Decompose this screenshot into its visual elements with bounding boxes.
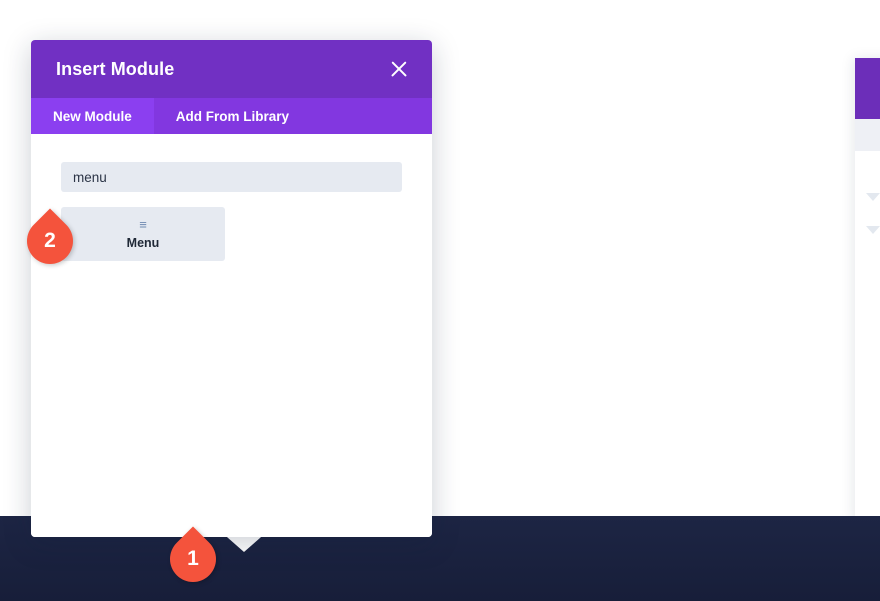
module-label: Menu xyxy=(126,236,160,250)
hamburger-icon: ≡ xyxy=(139,217,147,232)
screenshot-root: + + Insert Module New Module Add From Li… xyxy=(0,0,880,601)
callout-pin-1: 1 xyxy=(160,526,234,592)
tab-new-module[interactable]: New Module xyxy=(31,98,154,134)
module-results-grid: ≡ Menu xyxy=(61,207,402,261)
search-input[interactable] xyxy=(61,162,402,192)
chevron-down-icon[interactable] xyxy=(866,226,880,234)
callout-number: 2 xyxy=(44,229,56,252)
callout-pin-2: 2 xyxy=(17,208,91,274)
modal-tabs: New Module Add From Library xyxy=(31,98,432,134)
close-icon[interactable] xyxy=(386,56,412,82)
chevron-down-icon[interactable] xyxy=(866,193,880,201)
settings-panel-body xyxy=(855,151,880,234)
settings-panel-header xyxy=(855,58,880,119)
tab-add-from-library[interactable]: Add From Library xyxy=(154,98,311,134)
callout-number: 1 xyxy=(187,547,199,570)
page-title: Insert Module xyxy=(56,58,175,79)
modal-body: ≡ Menu xyxy=(31,134,432,537)
insert-module-modal: Insert Module New Module Add From Librar… xyxy=(31,40,432,537)
settings-panel-tabbar xyxy=(855,119,880,151)
modal-header: Insert Module xyxy=(31,40,432,98)
settings-panel-partial xyxy=(855,58,880,521)
